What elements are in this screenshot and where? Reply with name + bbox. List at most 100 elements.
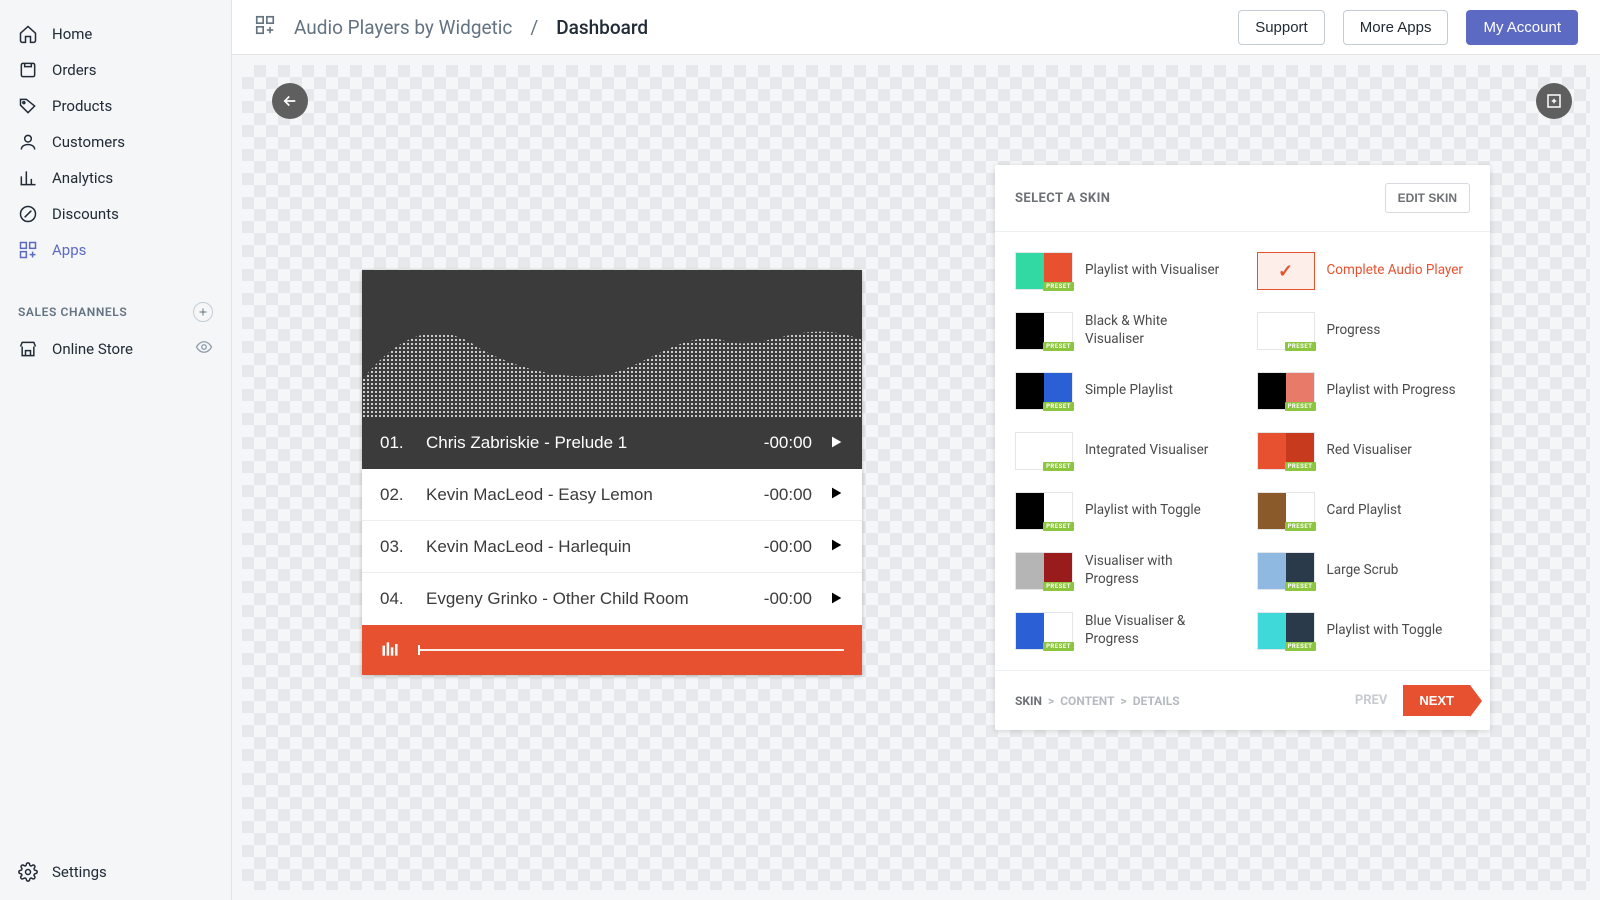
discount-icon [18,204,38,224]
skin-option[interactable]: PRESET Playlist with Toggle [1015,492,1229,530]
nav-orders[interactable]: Orders [0,52,231,88]
wizard-steps: SKIN > CONTENT > DETAILS [1015,694,1180,708]
view-store-icon[interactable] [195,338,213,360]
skin-option[interactable]: PRESET Large Scrub [1257,552,1471,590]
nav-apps[interactable]: Apps [0,232,231,268]
skin-option[interactable]: PRESET Simple Playlist [1015,372,1229,410]
step-skin[interactable]: SKIN [1015,694,1042,708]
skin-option[interactable]: PRESET Playlist with Progress [1257,372,1471,410]
skin-option[interactable]: PRESET Red Visualiser [1257,432,1471,470]
skin-label: Playlist with Progress [1327,382,1456,400]
nav-discounts[interactable]: Discounts [0,196,231,232]
store-icon [18,339,38,359]
panel-title: SELECT A SKIN [1015,191,1110,206]
play-icon[interactable] [828,485,844,504]
skin-label: Visualiser with Progress [1085,553,1229,588]
nav-label: Customers [52,133,125,151]
nav-label: Home [52,25,92,43]
preset-badge: PRESET [1043,402,1074,411]
preset-badge: PRESET [1043,342,1074,351]
user-icon [18,132,38,152]
support-button[interactable]: Support [1238,10,1325,45]
fit-icon [1545,92,1563,110]
skin-label: Progress [1327,322,1381,340]
preset-badge: PRESET [1285,522,1316,531]
add-channel-icon[interactable] [193,302,213,322]
home-icon [18,24,38,44]
step-content[interactable]: CONTENT [1060,694,1114,708]
nav-analytics[interactable]: Analytics [0,160,231,196]
back-button[interactable] [272,83,308,119]
skin-label: Playlist with Toggle [1085,502,1201,520]
gear-icon [18,862,38,882]
nav-products[interactable]: Products [0,88,231,124]
equalizer-icon [380,639,400,662]
skin-label: Card Playlist [1327,502,1402,520]
skin-label: Complete Audio Player [1327,262,1463,280]
audio-player-preview: 01. Chris Zabriskie - Prelude 1 -00:00 0… [362,270,862,675]
breadcrumb-app[interactable]: Audio Players by Widgetic [294,16,512,39]
fit-to-screen-button[interactable] [1536,83,1572,119]
track-title: Chris Zabriskie - Prelude 1 [426,433,748,453]
skin-option[interactable]: PRESET Card Playlist [1257,492,1471,530]
skins-grid: PRESET Playlist with Visualiser Complete… [995,232,1490,670]
progress-rail[interactable] [418,649,844,651]
track-row[interactable]: 04. Evgeny Grinko - Other Child Room -00… [362,573,862,625]
preset-badge: PRESET [1043,522,1074,531]
preset-badge: PRESET [1285,642,1316,651]
my-account-button[interactable]: My Account [1466,10,1578,45]
preset-badge: PRESET [1285,582,1316,591]
skin-label: Large Scrub [1327,562,1399,580]
nav-label: Analytics [52,169,113,187]
skin-label: Simple Playlist [1085,382,1173,400]
skin-label: Red Visualiser [1327,442,1412,460]
arrow-left-icon [281,92,299,110]
skin-option[interactable]: PRESET Playlist with Toggle [1257,612,1471,650]
main-nav: Home Orders Products Customers Analytics… [0,0,231,284]
skin-label: Playlist with Visualiser [1085,262,1219,280]
sales-channels-header: SALES CHANNELS [0,284,231,330]
track-time: -00:00 [764,537,812,557]
topbar: Audio Players by Widgetic / Dashboard Su… [232,0,1600,55]
nav-customers[interactable]: Customers [0,124,231,160]
skin-option[interactable]: PRESET Progress [1257,312,1471,350]
skin-option[interactable]: PRESET Black & White Visualiser [1015,312,1229,350]
track-number: 03. [380,537,410,557]
skin-option[interactable]: PRESET Visualiser with Progress [1015,552,1229,590]
visualiser [362,270,862,417]
track-row[interactable]: 01. Chris Zabriskie - Prelude 1 -00:00 [362,417,862,469]
apps-breadcrumb-icon [254,14,276,40]
track-row[interactable]: 02. Kevin MacLeod - Easy Lemon -00:00 [362,469,862,521]
nav-label: Discounts [52,205,119,223]
track-number: 01. [380,433,410,453]
more-apps-button[interactable]: More Apps [1343,10,1449,45]
skin-option[interactable]: PRESET Blue Visualiser & Progress [1015,612,1229,650]
play-icon[interactable] [828,537,844,556]
tag-icon [18,96,38,116]
skin-option-selected[interactable]: Complete Audio Player [1257,252,1471,290]
analytics-icon [18,168,38,188]
play-icon[interactable] [828,590,844,609]
next-button[interactable]: NEXT [1403,685,1470,716]
preset-badge: PRESET [1285,342,1316,351]
preset-badge: PRESET [1043,282,1074,291]
nav-home[interactable]: Home [0,16,231,52]
track-time: -00:00 [764,589,812,609]
sales-channel-online-store[interactable]: Online Store [0,330,231,368]
edit-skin-button[interactable]: EDIT SKIN [1385,183,1470,213]
nav-settings[interactable]: Settings [0,844,231,900]
track-time: -00:00 [764,485,812,505]
editor-canvas: 01. Chris Zabriskie - Prelude 1 -00:00 0… [232,55,1600,900]
sidebar: Home Orders Products Customers Analytics… [0,0,232,900]
nav-label: Apps [52,241,86,259]
play-icon[interactable] [828,434,844,453]
progress-bar[interactable] [362,625,862,675]
skin-option[interactable]: PRESET Integrated Visualiser [1015,432,1229,470]
step-details[interactable]: DETAILS [1133,694,1180,708]
channel-label: Online Store [52,340,133,358]
skin-option[interactable]: PRESET Playlist with Visualiser [1015,252,1229,290]
preset-badge: PRESET [1285,402,1316,411]
track-row[interactable]: 03. Kevin MacLeod - Harlequin -00:00 [362,521,862,573]
skin-label: Black & White Visualiser [1085,313,1229,348]
prev-button: PREV [1355,693,1388,708]
